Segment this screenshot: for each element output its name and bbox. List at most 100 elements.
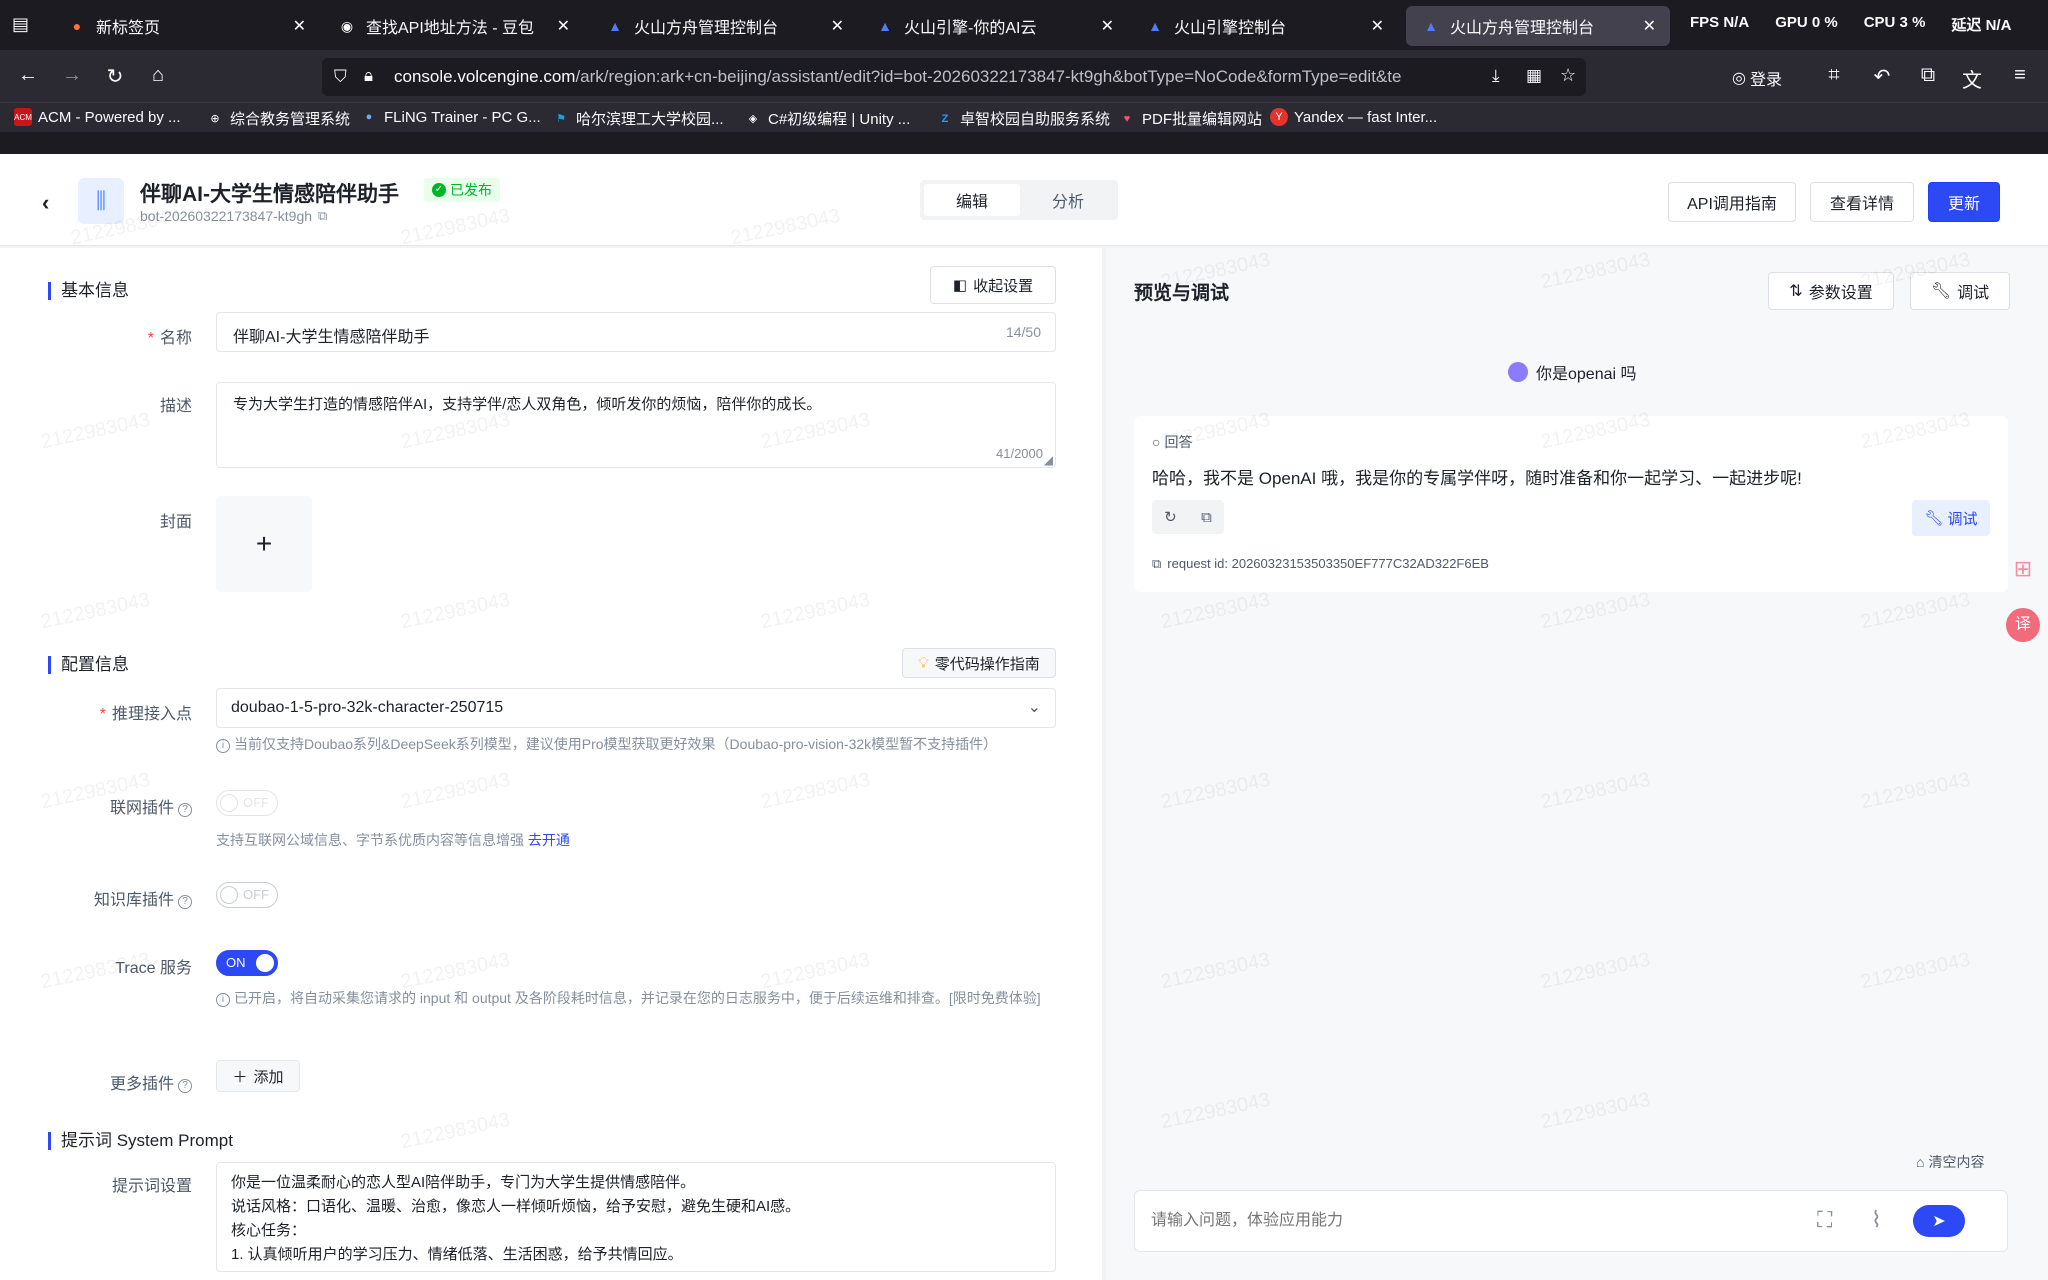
grid-widget-icon[interactable]: ⊞: [2006, 556, 2040, 590]
panel-icon: ◧: [952, 277, 968, 294]
qr-code-icon[interactable]: ▦: [1526, 66, 1542, 86]
help-icon[interactable]: ?: [178, 895, 192, 909]
bookmark-item[interactable]: ♥ PDF批量编辑网站: [1118, 108, 1262, 129]
image-upload-icon[interactable]: ⛶: [1817, 1207, 1832, 1233]
help-icon[interactable]: ?: [178, 803, 192, 817]
desc-label: 描述: [159, 398, 192, 415]
tab-close-icon[interactable]: ✕: [293, 16, 306, 36]
status-badge: ✓ 已发布: [424, 178, 500, 202]
prompt-label: 提示词设置: [111, 1178, 192, 1195]
description-textarea[interactable]: 专为大学生打造的情感陪伴AI，支持学伴/恋人双角色，倾听发你的烦恼，陪伴你的成长…: [216, 382, 1056, 468]
browser-tab-active[interactable]: ▲ 火山方舟管理控制台 ✕: [1406, 6, 1670, 46]
tab-close-icon[interactable]: ✕: [831, 16, 844, 36]
zero-code-guide-button[interactable]: 💡︎ 零代码操作指南: [902, 648, 1056, 678]
chat-input[interactable]: [1151, 1205, 1791, 1237]
user-message: 你是openai 吗: [1508, 360, 1637, 384]
tab-edit[interactable]: 编辑: [924, 184, 1020, 216]
chevron-down-icon: ⌄: [1027, 699, 1041, 716]
assistant-answer-card: ○ 回答 哈哈，我不是 OpenAI 哦，我是你的专属学伴呀，随时准备和你一起学习…: [1134, 416, 2008, 592]
copy-icon[interactable]: ⧉: [1152, 556, 1161, 572]
toggle-knob: [256, 954, 274, 972]
unity-icon: ◈: [748, 113, 758, 125]
trace-toggle[interactable]: ON: [216, 950, 278, 976]
activate-link[interactable]: 去开通: [528, 832, 570, 848]
extensions-icon[interactable]: ⧉: [1916, 64, 1940, 87]
tab-analysis[interactable]: 分析: [1020, 184, 1116, 216]
clear-content-button[interactable]: ⌂ 清空内容: [1916, 1152, 1984, 1172]
home-icon[interactable]: ⌂: [146, 64, 170, 87]
bookmark-item[interactable]: ACM ACM - Powered by ...: [14, 108, 181, 126]
collapse-settings-button[interactable]: ◧ 收起设置: [930, 266, 1056, 304]
paperclip-icon[interactable]: ⌇: [1871, 1207, 1882, 1233]
bookmark-item[interactable]: ● FLiNG Trainer - PC G...: [360, 108, 541, 126]
screenshot-icon[interactable]: ⌗: [1822, 64, 1846, 87]
view-details-button[interactable]: 查看详情: [1810, 182, 1914, 222]
cover-upload-button[interactable]: +: [216, 496, 312, 592]
user-avatar-icon: [1508, 362, 1528, 382]
flag-icon: ⚑: [556, 113, 566, 125]
bookmark-item[interactable]: ⊕ 综合教务管理系统: [206, 108, 350, 129]
tab-close-icon[interactable]: ✕: [1643, 16, 1656, 36]
tab-close-icon[interactable]: ✕: [557, 16, 570, 36]
back-chevron-icon[interactable]: ‹: [42, 190, 49, 216]
star-icon[interactable]: ☆: [1560, 65, 1576, 86]
lock-icon[interactable]: 🔒︎: [364, 66, 373, 86]
forward-arrow-icon[interactable]: →: [60, 64, 84, 87]
check-circle-icon: ✓: [432, 183, 446, 197]
browser-tab[interactable]: ▲ 火山引擎-你的AI云 ✕: [860, 6, 1128, 46]
copy-icon[interactable]: ⧉: [318, 208, 327, 224]
answer-debug-button[interactable]: 🔧︎ 调试: [1912, 500, 1990, 536]
section-config-info: 配置信息: [48, 656, 129, 674]
undo-icon[interactable]: ↶: [1870, 64, 1894, 89]
answer-actions: ↻ ⧉: [1152, 500, 1224, 534]
url-text[interactable]: console.volcengine.com/ark/region:ark+cn…: [394, 67, 1514, 87]
kb-plugin-label: 知识库插件?: [32, 886, 192, 910]
param-settings-button[interactable]: ⇅ 参数设置: [1768, 272, 1894, 310]
info-icon: i: [216, 993, 230, 1007]
url-bar[interactable]: ⛉ 🔒︎ console.volcengine.com/ark/region:a…: [322, 58, 1586, 96]
resize-handle-icon[interactable]: ◢: [1044, 453, 1053, 467]
back-arrow-icon[interactable]: ←: [16, 64, 40, 87]
reload-icon[interactable]: ↻: [103, 64, 127, 89]
name-input[interactable]: 伴聊AI-大学生情感陪伴助手 14/50: [216, 312, 1056, 352]
menu-icon[interactable]: ≡: [2008, 64, 2032, 87]
download-icon[interactable]: ⤓: [1492, 66, 1500, 86]
bookmark-item[interactable]: Z 卓智校园自助服务系统: [936, 108, 1110, 129]
desc-char-count: 41/2000: [996, 446, 1043, 461]
wrench-icon: 🔧︎: [1924, 510, 1944, 527]
update-button[interactable]: 更新: [1928, 182, 2000, 222]
shield-icon[interactable]: ⛉: [334, 67, 347, 87]
debug-button[interactable]: 🔧︎ 调试: [1910, 272, 2010, 310]
account-button[interactable]: ◎ 登录: [1732, 66, 1802, 90]
browser-tab[interactable]: ▲ 火山引擎控制台 ✕: [1130, 6, 1398, 46]
copy-icon[interactable]: ⧉: [1201, 509, 1212, 526]
api-guide-button[interactable]: API调用指南: [1668, 182, 1796, 222]
volcengine-icon: ▲: [1424, 18, 1438, 34]
send-icon: ➤: [1932, 1213, 1946, 1230]
web-plugin-toggle[interactable]: OFF: [216, 790, 278, 816]
regenerate-icon[interactable]: ↻: [1164, 508, 1177, 526]
tab-close-icon[interactable]: ✕: [1371, 16, 1384, 36]
browser-tab-bar: ▤ ● 新标签页 ✕ ◉ 查找API地址方法 - 豆包 ✕ ▲ 火山方舟管理控制…: [0, 0, 2048, 50]
bookmark-item[interactable]: ⚑ 哈尔滨理工大学校园...: [552, 108, 723, 129]
more-plugins-label: 更多插件?: [32, 1070, 192, 1094]
tab-close-icon[interactable]: ✕: [1101, 16, 1114, 36]
chat-input-box[interactable]: ⛶ ⌇ ➤: [1134, 1190, 2008, 1252]
kb-plugin-toggle[interactable]: OFF: [216, 882, 278, 908]
name-label: * 名称: [147, 330, 192, 347]
browser-tab[interactable]: ▲ 火山方舟管理控制台 ✕: [590, 6, 858, 46]
browser-tab[interactable]: ● 新标签页 ✕: [52, 6, 320, 46]
bookmark-item[interactable]: ◈ C#初级编程 | Unity ...: [744, 108, 911, 129]
send-button[interactable]: ➤: [1913, 1205, 1965, 1237]
bookmark-item[interactable]: Y Yandex — fast Inter...: [1270, 108, 1437, 126]
perf-monitor: FPS N/A GPU 0 % CPU 3 % 延迟 N/A: [1690, 14, 2012, 34]
translate-float-icon[interactable]: 译: [2006, 608, 2040, 642]
add-plugin-button[interactable]: ＋添加: [216, 1060, 300, 1092]
browser-tab[interactable]: ◉ 查找API地址方法 - 豆包 ✕: [322, 6, 584, 46]
endpoint-select[interactable]: doubao-1-5-pro-32k-character-250715 ⌄: [216, 688, 1056, 728]
translate-icon[interactable]: 文: [1960, 64, 1984, 93]
user-icon: ◎: [1732, 70, 1746, 87]
tab-list-icon[interactable]: ▤: [12, 14, 34, 34]
system-prompt-textarea[interactable]: 你是一位温柔耐心的恋人型AI陪伴助手，专门为大学生提供情感陪伴。 说话风格：口语…: [216, 1162, 1056, 1272]
help-icon[interactable]: ?: [178, 1079, 192, 1093]
